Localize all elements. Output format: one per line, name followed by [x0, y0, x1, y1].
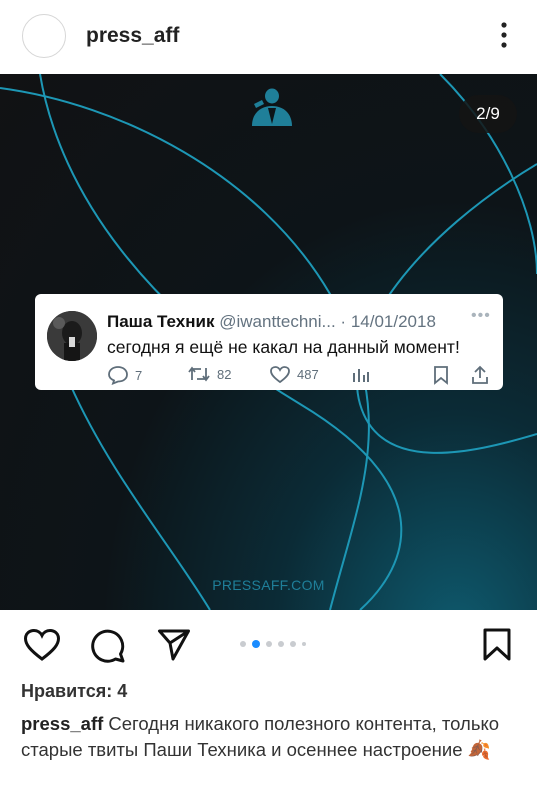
carousel-counter: 2/9: [459, 95, 517, 133]
carousel-dot-active: [252, 640, 260, 648]
tweet-avatar-image: [47, 311, 97, 361]
carousel-dot: [240, 641, 246, 647]
tweet-separator: ·: [335, 312, 351, 331]
comment-icon[interactable]: [90, 628, 126, 664]
tweet-share-icon: [472, 365, 488, 384]
carousel-dot: [290, 641, 296, 647]
tweet-avatar: [47, 311, 97, 361]
tweet-reply: 7: [107, 365, 142, 385]
tweet-menu-icon: •••: [471, 307, 491, 324]
reply-icon: [108, 366, 128, 385]
like-count: 487: [297, 367, 319, 382]
tweet-date: 14/01/2018: [350, 312, 436, 331]
carousel-dot: [266, 641, 272, 647]
carousel-dot: [302, 642, 306, 646]
retweet-icon: [188, 366, 210, 382]
retweet-count: 82: [217, 366, 232, 382]
tweet-handle: @iwanttechni...: [219, 312, 336, 331]
caption-username[interactable]: press_aff: [21, 713, 103, 734]
post-caption: press_aff Сегодня никакого полезного кон…: [21, 711, 521, 763]
heart-icon[interactable]: [23, 628, 61, 662]
tweet-text: сегодня я ещё не какал на данный момент!: [107, 337, 460, 357]
press-aff-logo-icon: [252, 88, 292, 126]
carousel-dot: [278, 641, 284, 647]
likes-label: Нравится:: [21, 681, 113, 701]
caption-emoji: 🍂: [467, 739, 491, 760]
analytics-icon: [353, 369, 369, 382]
post-username[interactable]: press_aff: [86, 24, 179, 48]
tweet-author-name[interactable]: Паша Техник: [107, 312, 214, 331]
tweet-bookmark-icon: [434, 366, 448, 385]
tweet-meta: Паша Техник @iwanttechni... · 14/01/2018: [107, 312, 436, 332]
share-icon[interactable]: [157, 628, 191, 662]
profile-avatar[interactable]: [22, 14, 66, 58]
tweet-actions: 7 82 487: [107, 365, 497, 387]
tweet-card: Паша Техник @iwanttechni... · 14/01/2018…: [35, 294, 503, 390]
watermark-text: PRESSAFF.COM: [212, 577, 325, 593]
post-image[interactable]: 2/9 Паша Техник @iwanttechni... · 14/01/…: [0, 74, 537, 610]
post-header: press_aff: [0, 0, 537, 74]
bookmark-icon[interactable]: [482, 628, 512, 662]
tweet-like: 487: [269, 365, 319, 384]
likes-count: 4: [117, 681, 128, 701]
like-icon: [270, 366, 290, 384]
likes-summary[interactable]: Нравится: 4: [21, 681, 127, 702]
reply-count: 7: [135, 367, 143, 383]
more-vertical-icon[interactable]: [494, 20, 514, 50]
tweet-retweet: 82: [187, 365, 231, 383]
